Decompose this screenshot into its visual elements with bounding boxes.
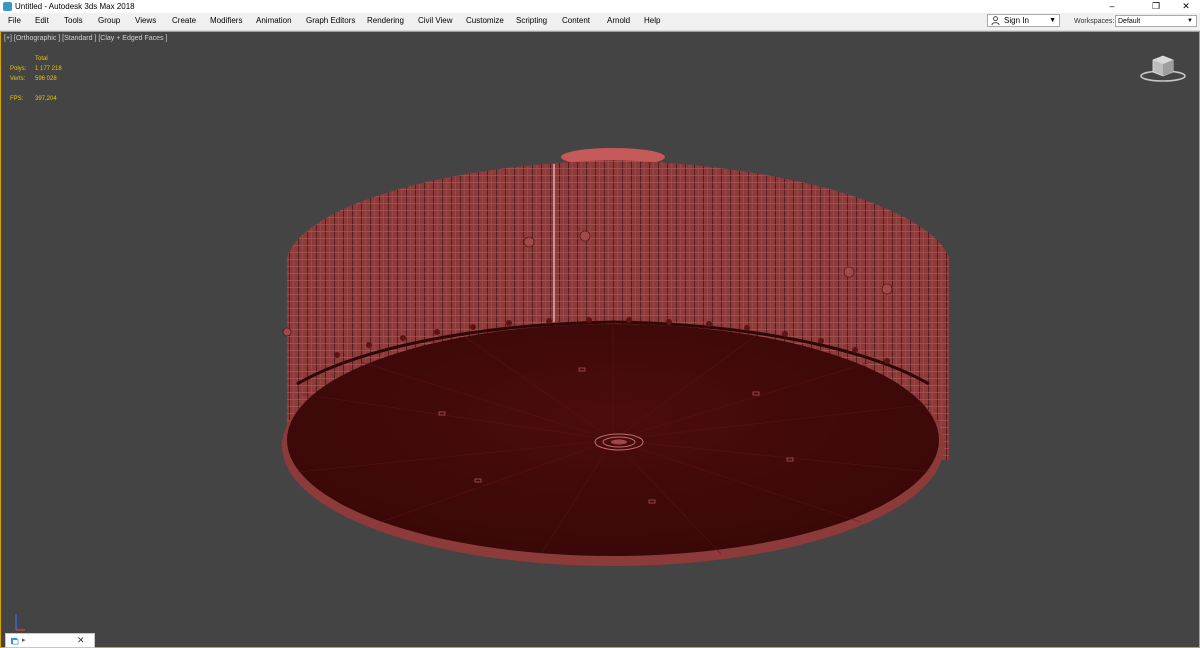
menu-content[interactable]: Content — [562, 16, 590, 26]
menu-file[interactable]: File — [8, 16, 21, 26]
menu-edit[interactable]: Edit — [35, 16, 49, 26]
caret-down-icon: ▼ — [1049, 17, 1056, 24]
app-icon — [3, 2, 12, 11]
menu-animation[interactable]: Animation — [256, 16, 292, 26]
menu-group[interactable]: Group — [98, 16, 120, 26]
menu-create[interactable]: Create — [172, 16, 196, 26]
menu-arnold[interactable]: Arnold — [607, 16, 630, 26]
menu-rendering[interactable]: Rendering — [367, 16, 404, 26]
title-bar: Untitled - Autodesk 3ds Max 2018 – ❐ ✕ — [0, 0, 1200, 13]
menu-modifiers[interactable]: Modifiers — [210, 16, 242, 26]
menu-graph-editors[interactable]: Graph Editors — [306, 16, 355, 26]
axis-tripod-icon — [15, 614, 25, 631]
user-icon — [991, 16, 1000, 25]
window-title: Untitled - Autodesk 3ds Max 2018 — [15, 2, 135, 11]
workspaces-label: Workspaces: — [1074, 18, 1115, 25]
layer-explorer-mini[interactable]: ▸ ✕ — [5, 633, 95, 648]
restore-button[interactable]: ❐ — [1142, 0, 1170, 13]
caret-down-icon: ▼ — [1187, 18, 1193, 24]
menu-scripting[interactable]: Scripting — [516, 16, 547, 26]
expand-arrow-icon[interactable]: ▸ — [22, 636, 26, 645]
workspaces-dropdown[interactable]: Default ▼ — [1115, 15, 1197, 27]
sign-in-label: Sign In — [1004, 16, 1029, 25]
layer-icon — [10, 637, 19, 645]
menu-tools[interactable]: Tools — [64, 16, 83, 26]
sign-in-dropdown[interactable]: Sign In ▼ — [987, 14, 1060, 27]
close-button[interactable]: ✕ — [1172, 0, 1200, 13]
menu-views[interactable]: Views — [135, 16, 156, 26]
workspace-value: Default — [1118, 18, 1141, 25]
perspective-viewport[interactable]: [+] [Orthographic ] [Standard ] [Clay + … — [0, 31, 1200, 648]
minimize-button[interactable]: – — [1098, 0, 1126, 13]
menu-customize[interactable]: Customize — [466, 16, 504, 26]
menu-civil-view[interactable]: Civil View — [418, 16, 453, 26]
menu-bar: File Edit Tools Group Views Create Modif… — [0, 13, 1200, 31]
scene-view[interactable] — [1, 32, 1199, 647]
mini-close-button[interactable]: ✕ — [77, 635, 85, 646]
menu-help[interactable]: Help — [644, 16, 660, 26]
